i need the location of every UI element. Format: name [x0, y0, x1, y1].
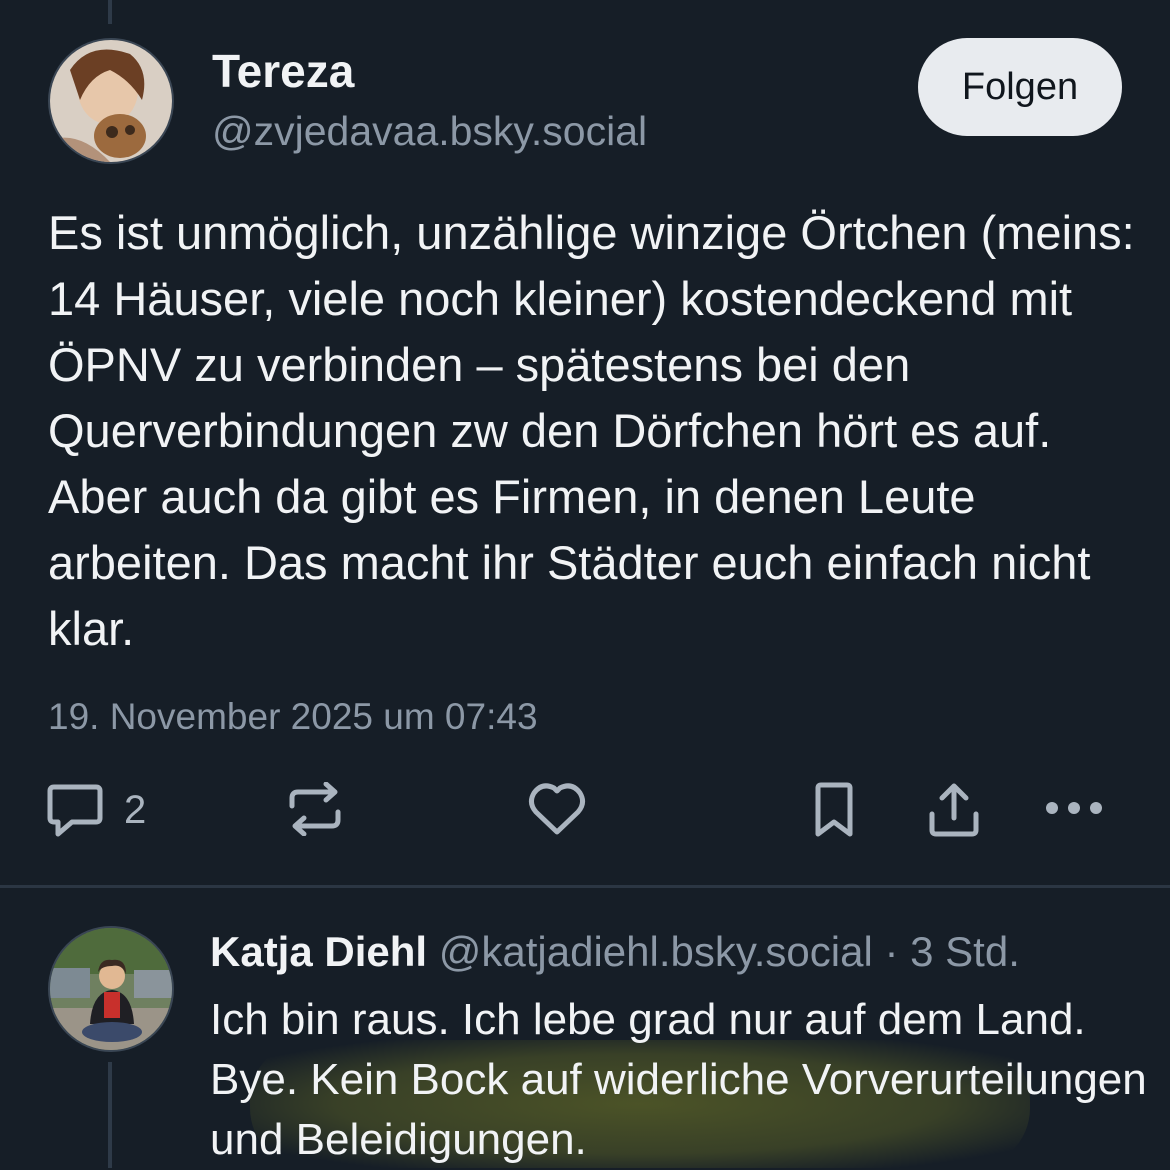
avatar-image	[50, 40, 172, 162]
bookmark-icon	[815, 782, 853, 837]
reply-text: Ich bin raus. Ich lebe grad nur auf dem …	[210, 995, 1147, 1164]
thread-line-top	[108, 0, 112, 24]
author-handle[interactable]: @zvjedavaa.bsky.social	[212, 108, 647, 155]
share-button[interactable]	[928, 782, 980, 838]
share-icon	[929, 783, 979, 837]
more-options-button[interactable]	[1044, 796, 1104, 820]
repost-button[interactable]	[286, 782, 344, 836]
reply-header: Katja Diehl @katjadiehl.bsky.social · 3 …	[210, 928, 1020, 976]
bookmark-button[interactable]	[812, 782, 856, 838]
thread-line-bottom	[108, 1062, 112, 1168]
reply-time[interactable]: 3 Std.	[910, 928, 1020, 975]
divider	[0, 885, 1170, 888]
reply-avatar-image	[50, 928, 172, 1050]
post-timestamp[interactable]: 19. November 2025 um 07:43	[48, 696, 538, 738]
more-icon	[1046, 802, 1102, 814]
reply-author-name[interactable]: Katja Diehl	[210, 928, 427, 975]
follow-button[interactable]: Folgen	[918, 38, 1122, 136]
reply-icon	[47, 784, 103, 837]
author-name[interactable]: Tereza	[212, 44, 354, 98]
reply-count: 2	[124, 787, 147, 832]
like-icon	[528, 783, 586, 835]
reply-separator: ·	[884, 928, 899, 975]
repost-icon	[289, 782, 341, 836]
reply-button[interactable]: 2	[46, 782, 146, 838]
like-button[interactable]	[528, 782, 586, 836]
avatar[interactable]	[48, 38, 174, 164]
reply-avatar[interactable]	[48, 926, 174, 1052]
reply-author-handle[interactable]: @katjadiehl.bsky.social	[439, 928, 873, 975]
post-text: Es ist unmöglich, unzählige winzige Örtc…	[48, 206, 1135, 655]
